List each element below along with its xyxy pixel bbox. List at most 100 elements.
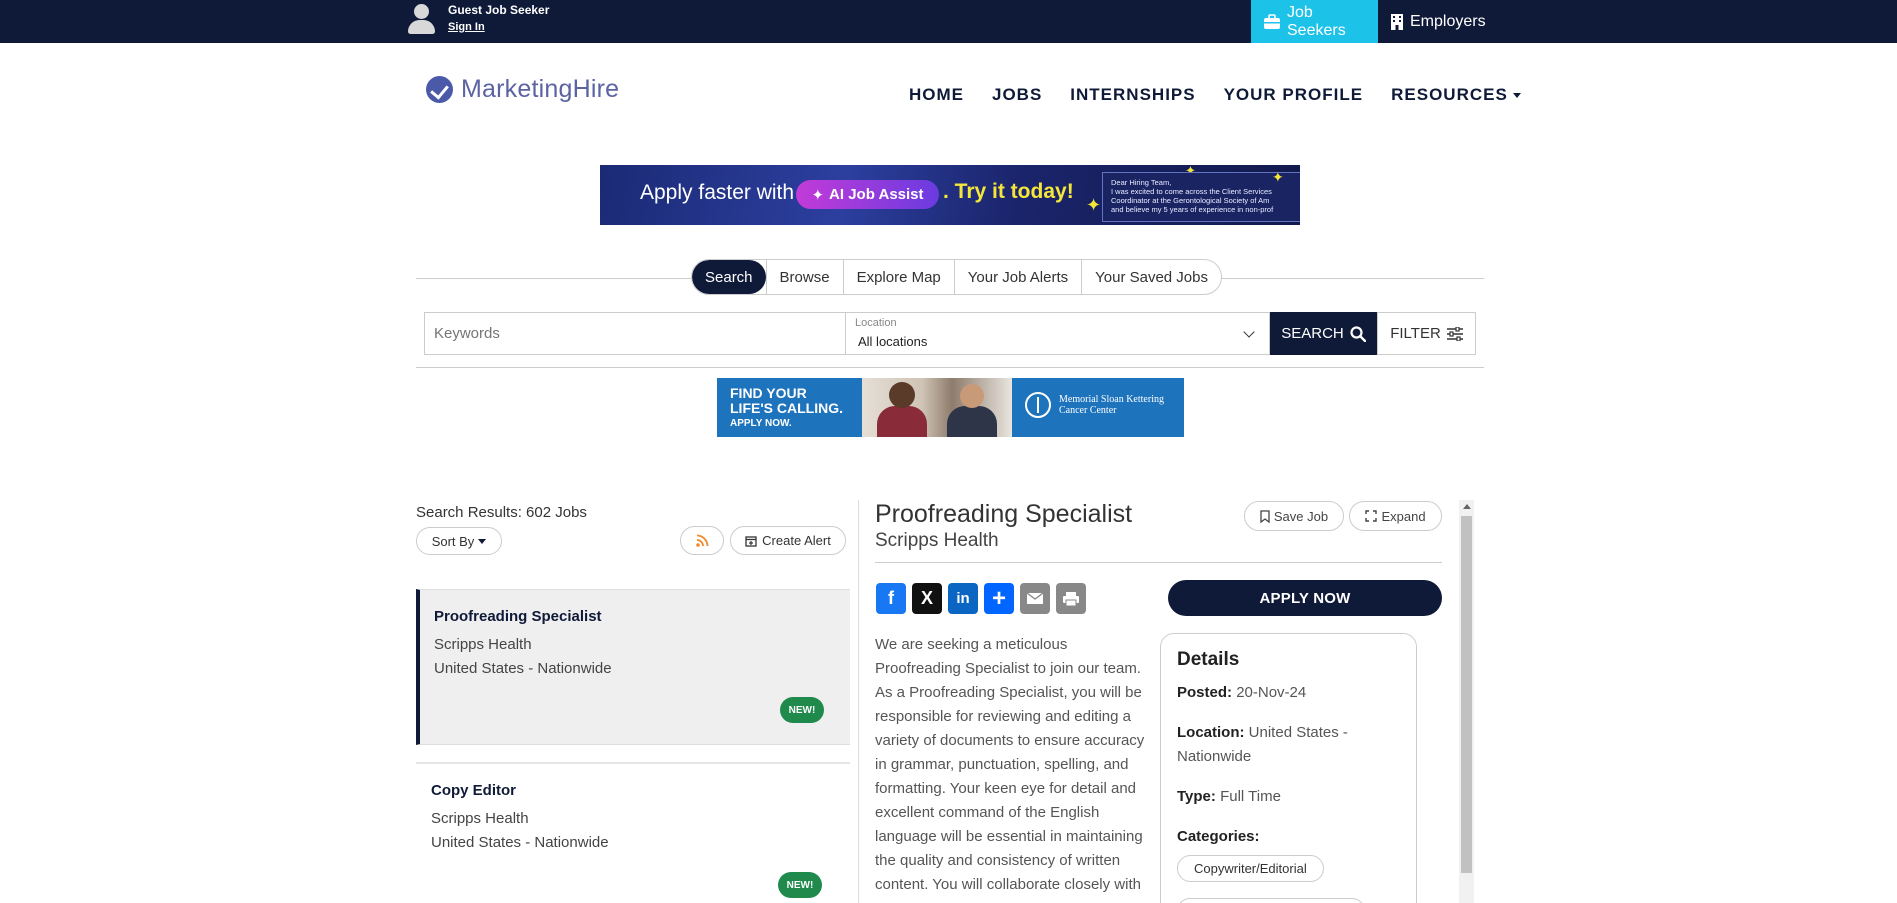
keywords-input[interactable] — [424, 312, 846, 355]
logo-text: MarketingHire — [461, 75, 620, 103]
job-detail-company: Scripps Health — [875, 530, 999, 551]
banner-apply-text: Apply faster with — [640, 181, 795, 204]
banner-try-text: . Try it today! — [943, 180, 1074, 203]
letter-line: Dear Hiring Team, — [1111, 178, 1172, 187]
column-divider — [858, 500, 859, 903]
expand-icon — [1365, 510, 1378, 522]
posted-row: Posted: 20-Nov-24 — [1177, 681, 1400, 705]
ad-photo-person — [889, 382, 915, 408]
employers-label: Employers — [1410, 12, 1486, 30]
msk-ad-banner[interactable]: FIND YOUR LIFE'S CALLING. APPLY NOW. Mem… — [717, 378, 1184, 437]
sparkle-icon: ✦ — [811, 186, 825, 204]
save-job-button[interactable]: Save Job — [1244, 501, 1344, 531]
x-share-icon[interactable]: X — [912, 583, 942, 614]
tab-job-alerts[interactable]: Your Job Alerts — [953, 260, 1081, 294]
print-icon[interactable] — [1056, 583, 1086, 614]
search-bar: Location All locations SEARCH FILTER — [416, 305, 1484, 368]
search-icon — [1350, 325, 1366, 342]
rss-button[interactable] — [680, 526, 724, 555]
create-alert-button[interactable]: Create Alert — [730, 526, 846, 555]
msk-org-line: Cancer Center — [1059, 405, 1117, 416]
tab-explore-map[interactable]: Explore Map — [842, 260, 954, 294]
sparkle-icon: ✦ — [1272, 169, 1284, 185]
nav-home[interactable]: HOME — [909, 85, 964, 105]
posted-value: 20-Nov-24 — [1236, 684, 1307, 701]
tab-browse[interactable]: Browse — [765, 260, 843, 294]
filter-button-label: FILTER — [1390, 325, 1441, 342]
job-list-item[interactable]: Proofreading Specialist Scripps Health U… — [416, 589, 850, 745]
type-row: Type: Full Time — [1177, 785, 1400, 809]
linkedin-share-icon[interactable]: in — [948, 583, 978, 614]
search-button-label: SEARCH — [1281, 325, 1344, 342]
apply-now-button[interactable]: APPLY NOW — [1168, 580, 1442, 616]
nav-resources[interactable]: RESOURCES — [1391, 85, 1521, 105]
save-job-label: Save Job — [1273, 508, 1329, 524]
job-title: Proofreading Specialist — [434, 608, 602, 625]
expand-button[interactable]: Expand — [1349, 501, 1442, 531]
detail-divider — [875, 562, 1442, 563]
building-icon — [1391, 14, 1403, 30]
location-select[interactable]: Location All locations — [846, 312, 1270, 355]
user-avatar-icon — [406, 2, 436, 36]
tab-search[interactable]: Search — [692, 260, 766, 294]
ad-line: FIND YOUR — [730, 385, 807, 401]
job-seekers-tab[interactable]: Job Seekers — [1251, 0, 1378, 43]
ad-photo-person — [960, 384, 984, 408]
details-heading: Details — [1177, 649, 1240, 670]
banner-pill-text: AI Job Assist — [829, 186, 924, 203]
guest-name: Guest Job Seeker — [448, 3, 550, 17]
share-plus-icon[interactable]: + — [984, 583, 1014, 614]
calendar-plus-icon — [745, 535, 757, 547]
email-share-icon[interactable] — [1020, 583, 1050, 614]
job-seekers-label: Job Seekers — [1287, 3, 1346, 39]
category-pill[interactable] — [1177, 898, 1365, 903]
nav-jobs[interactable]: JOBS — [992, 85, 1042, 105]
sparkle-icon: ✦ — [1086, 195, 1102, 215]
categories-label: Categories: — [1177, 828, 1260, 845]
sign-in-link[interactable]: Sign In — [448, 19, 549, 36]
new-badge: NEW! — [780, 697, 824, 723]
site-logo[interactable]: MarketingHire — [426, 75, 619, 104]
sliders-icon — [1446, 326, 1463, 341]
categories-row: Categories: — [1177, 825, 1400, 849]
ai-job-assist-banner[interactable]: Apply faster with ✦ AI Job Assist . Try i… — [600, 165, 1300, 225]
caret-down-icon — [478, 538, 487, 544]
letter-line: I was excited to come across the Client … — [1111, 187, 1272, 196]
sort-by-dropdown[interactable]: Sort By — [416, 527, 502, 555]
ad-photo-person — [877, 406, 927, 437]
type-label: Type: — [1177, 788, 1216, 805]
letter-line: Coordinator at the Gerontological Societ… — [1111, 196, 1270, 205]
job-list-item[interactable]: Copy Editor Scripps Health United States… — [416, 762, 850, 903]
location-value: All locations — [858, 334, 928, 349]
letter-line: and believe my 5 years of experience in … — [1111, 205, 1274, 214]
scroll-up-icon[interactable] — [1463, 504, 1471, 509]
briefcase-icon — [1264, 13, 1280, 29]
guest-account[interactable]: Guest Job Seeker Sign In — [406, 2, 549, 36]
tab-saved-jobs[interactable]: Your Saved Jobs — [1081, 260, 1221, 294]
details-panel: Details Posted: 20-Nov-24 Location: Unit… — [1160, 633, 1417, 903]
category-pill[interactable]: Copywriter/Editorial — [1177, 855, 1324, 882]
filter-button[interactable]: FILTER — [1377, 312, 1476, 355]
main-nav: HOME JOBS INTERNSHIPS YOUR PROFILE RESOU… — [909, 85, 1521, 105]
scrollbar-thumb[interactable] — [1461, 516, 1472, 873]
ad-headline: FIND YOUR LIFE'S CALLING. APPLY NOW. — [730, 386, 843, 431]
results-count: Search Results: 602 Jobs — [416, 504, 587, 521]
job-title: Copy Editor — [431, 782, 516, 799]
search-button[interactable]: SEARCH — [1270, 312, 1377, 355]
nav-internships[interactable]: INTERNSHIPS — [1070, 85, 1195, 105]
msk-org-line: Memorial Sloan Kettering — [1059, 394, 1164, 405]
nav-resources-label: RESOURCES — [1391, 85, 1508, 104]
job-description: We are seeking a meticulous Proofreading… — [875, 636, 1145, 893]
facebook-share-icon[interactable]: f — [876, 583, 906, 614]
share-buttons: f X in + — [876, 583, 1086, 614]
caret-down-icon — [1512, 92, 1521, 98]
search-tabs: Search Browse Explore Map Your Job Alert… — [691, 259, 1222, 295]
location-label: Location: — [1177, 724, 1245, 741]
rss-icon — [695, 534, 708, 547]
job-company: Scripps Health — [434, 636, 532, 653]
nav-your-profile[interactable]: YOUR PROFILE — [1224, 85, 1364, 105]
top-bar: Guest Job Seeker Sign In Job Seekers Emp… — [0, 0, 1897, 43]
employers-tab[interactable]: Employers — [1378, 0, 1488, 43]
detail-scrollbar[interactable] — [1459, 500, 1474, 903]
msk-seal-icon — [1025, 392, 1051, 418]
